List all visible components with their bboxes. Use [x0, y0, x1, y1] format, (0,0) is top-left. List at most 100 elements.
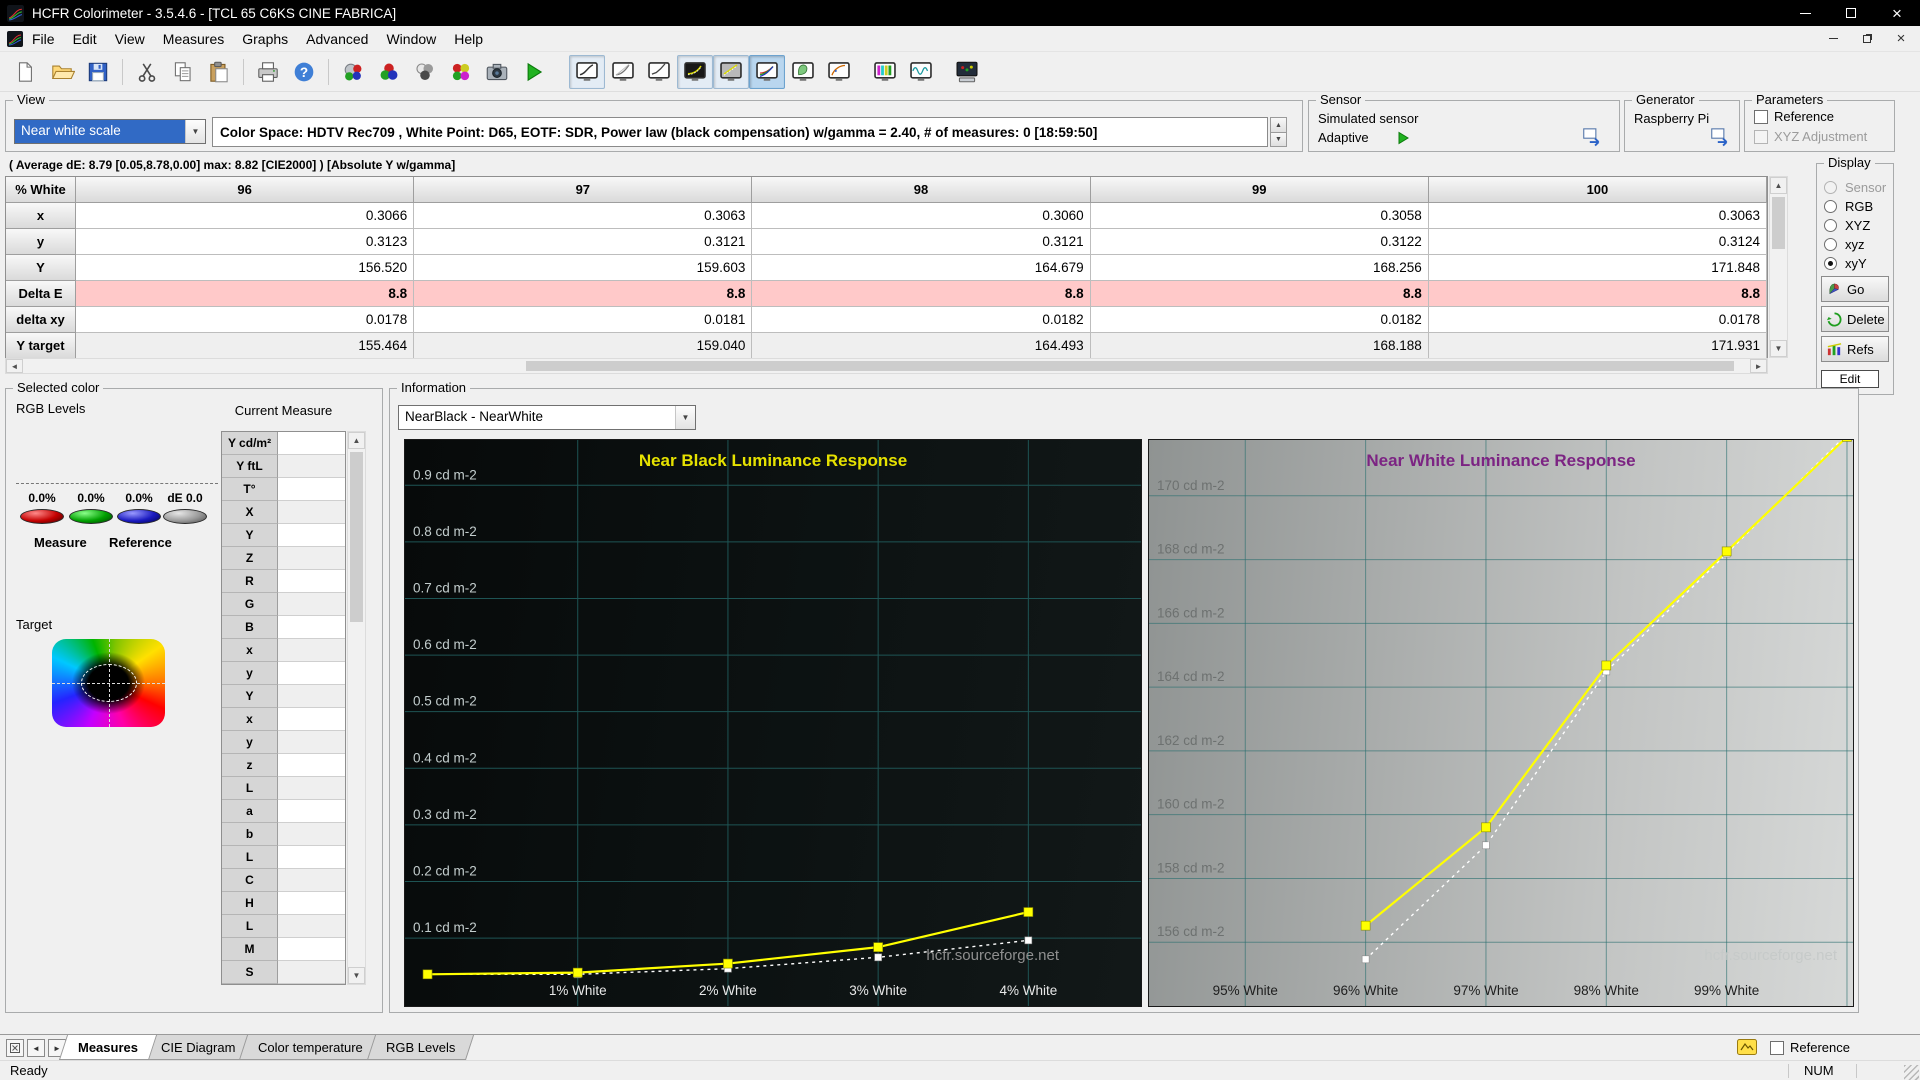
primaries-balls-button[interactable] [371, 55, 407, 89]
measure-row-value[interactable] [278, 501, 345, 524]
menu-edit[interactable]: Edit [64, 27, 106, 51]
menu-window[interactable]: Window [377, 27, 445, 51]
measure-row-value[interactable] [278, 616, 345, 639]
table-cell[interactable]: 0.3121 [752, 229, 1091, 255]
print-button[interactable] [250, 55, 286, 89]
measure-row-value[interactable] [278, 938, 345, 961]
table-cell[interactable]: 8.8 [1428, 281, 1768, 307]
scroll-down-icon[interactable]: ▼ [1770, 340, 1787, 357]
measure-row-value[interactable] [278, 455, 345, 478]
measure-row-value[interactable] [278, 524, 345, 547]
table-cell[interactable]: 171.848 [1428, 255, 1768, 281]
measure-row-value[interactable] [278, 800, 345, 823]
copy-button[interactable] [165, 55, 201, 89]
table-cell[interactable]: 8.8 [752, 281, 1091, 307]
table-cell[interactable]: 168.256 [1090, 255, 1429, 281]
table-cell[interactable]: 0.3063 [1428, 203, 1768, 229]
table-cell[interactable]: 159.603 [414, 255, 753, 281]
bottom-reference-checkbox[interactable]: Reference [1770, 1040, 1850, 1055]
tab-cie-diagram[interactable]: CIE Diagram [141, 1035, 255, 1060]
xyz-adjustment-checkbox[interactable]: XYZ Adjustment [1754, 129, 1867, 144]
display-option-xyy[interactable]: xyY [1817, 254, 1895, 273]
table-cell[interactable]: 8.8 [414, 281, 753, 307]
column-header[interactable]: 97 [414, 177, 753, 203]
measure-row-value[interactable] [278, 570, 345, 593]
table-cell[interactable]: 0.3123 [76, 229, 415, 255]
view-rgb-curves-button[interactable] [749, 54, 785, 89]
measure-row-value[interactable] [278, 593, 345, 616]
table-cell[interactable]: 159.040 [414, 333, 753, 359]
table-cell[interactable]: 155.464 [76, 333, 415, 359]
grayscale-balls-button[interactable] [407, 55, 443, 89]
measure-row-value[interactable] [278, 915, 345, 938]
menu-view[interactable]: View [106, 27, 154, 51]
pattern-indicator-icon[interactable] [1737, 1039, 1757, 1058]
scrollbar-thumb[interactable] [526, 361, 1734, 371]
mdi-minimize-button[interactable] [1822, 30, 1844, 48]
go-button[interactable]: Go [1821, 276, 1889, 302]
display-option-xyz[interactable]: xyz [1817, 235, 1895, 254]
refs-button[interactable]: Refs [1821, 336, 1889, 362]
column-header[interactable]: 98 [752, 177, 1091, 203]
display-option-sensor[interactable]: Sensor [1817, 178, 1895, 197]
measure-row-value[interactable] [278, 869, 345, 892]
measure-row-value[interactable] [278, 708, 345, 731]
measure-row-value[interactable] [278, 432, 345, 455]
view-luminance-button[interactable] [605, 55, 641, 89]
open-folder-button[interactable] [44, 55, 80, 89]
table-cell[interactable]: 0.3066 [76, 203, 415, 229]
column-header[interactable]: 96 [76, 177, 415, 203]
view-color-temp-button[interactable] [821, 55, 857, 89]
display-option-xyz[interactable]: XYZ [1817, 216, 1895, 235]
reference-checkbox[interactable]: Reference [1754, 109, 1834, 124]
table-cell[interactable]: 0.3122 [1090, 229, 1429, 255]
measure-row-value[interactable] [278, 892, 345, 915]
save-button[interactable] [80, 55, 116, 89]
edit-button[interactable]: Edit [1821, 370, 1879, 388]
menu-help[interactable]: Help [445, 27, 492, 51]
menu-advanced[interactable]: Advanced [297, 27, 377, 51]
tab-color-temperature[interactable]: Color temperature [239, 1035, 383, 1060]
column-header[interactable]: 99 [1090, 177, 1429, 203]
scroll-up-icon[interactable]: ▲ [1770, 177, 1787, 194]
resize-grip[interactable] [1904, 1065, 1919, 1080]
spin-down-button[interactable]: ▼ [1270, 132, 1287, 147]
preferences-button[interactable] [949, 55, 985, 89]
scroll-right-icon[interactable]: ► [1750, 359, 1767, 373]
chevron-down-icon[interactable]: ▼ [675, 406, 695, 429]
delete-button[interactable]: Delete [1821, 306, 1889, 332]
table-cell[interactable]: 0.0178 [1428, 307, 1768, 333]
chevron-down-icon[interactable]: ▼ [185, 120, 205, 143]
table-cell[interactable]: 0.0182 [752, 307, 1091, 333]
measure-row-value[interactable] [278, 754, 345, 777]
view-near-black-button[interactable] [677, 54, 713, 89]
table-cell[interactable]: 8.8 [76, 281, 415, 307]
view-waveform-button[interactable] [903, 55, 939, 89]
tab-measures[interactable]: Measures [58, 1035, 158, 1060]
table-cell[interactable]: 8.8 [1090, 281, 1429, 307]
table-vscrollbar[interactable]: ▲ ▼ [1769, 176, 1788, 358]
measure-row-value[interactable] [278, 685, 345, 708]
close-button[interactable]: × [1874, 0, 1920, 26]
generator-config-icon[interactable] [1709, 125, 1731, 150]
table-cell[interactable]: 0.3063 [414, 203, 753, 229]
cut-button[interactable] [129, 55, 165, 89]
view-saturation-bars-button[interactable] [867, 55, 903, 89]
table-cell[interactable]: 0.3124 [1428, 229, 1768, 255]
scroll-up-icon[interactable]: ▲ [348, 432, 365, 449]
measure-row-value[interactable] [278, 639, 345, 662]
mdi-restore-button[interactable] [1856, 30, 1878, 48]
table-cell[interactable]: 0.3121 [414, 229, 753, 255]
mdi-close-button[interactable]: × [1890, 30, 1912, 48]
measure-row-value[interactable] [278, 547, 345, 570]
table-cell[interactable]: 0.0181 [414, 307, 753, 333]
table-hscrollbar[interactable]: ◄ ► [5, 358, 1768, 374]
column-header[interactable]: 100 [1428, 177, 1768, 203]
scroll-down-icon[interactable]: ▼ [348, 967, 365, 984]
measure-row-value[interactable] [278, 478, 345, 501]
measure-row-value[interactable] [278, 731, 345, 754]
tab-scroll-left-button[interactable]: ◄ [27, 1039, 45, 1057]
view-cie-diagram-button[interactable] [785, 55, 821, 89]
table-cell[interactable]: 164.493 [752, 333, 1091, 359]
table-cell[interactable]: 164.679 [752, 255, 1091, 281]
